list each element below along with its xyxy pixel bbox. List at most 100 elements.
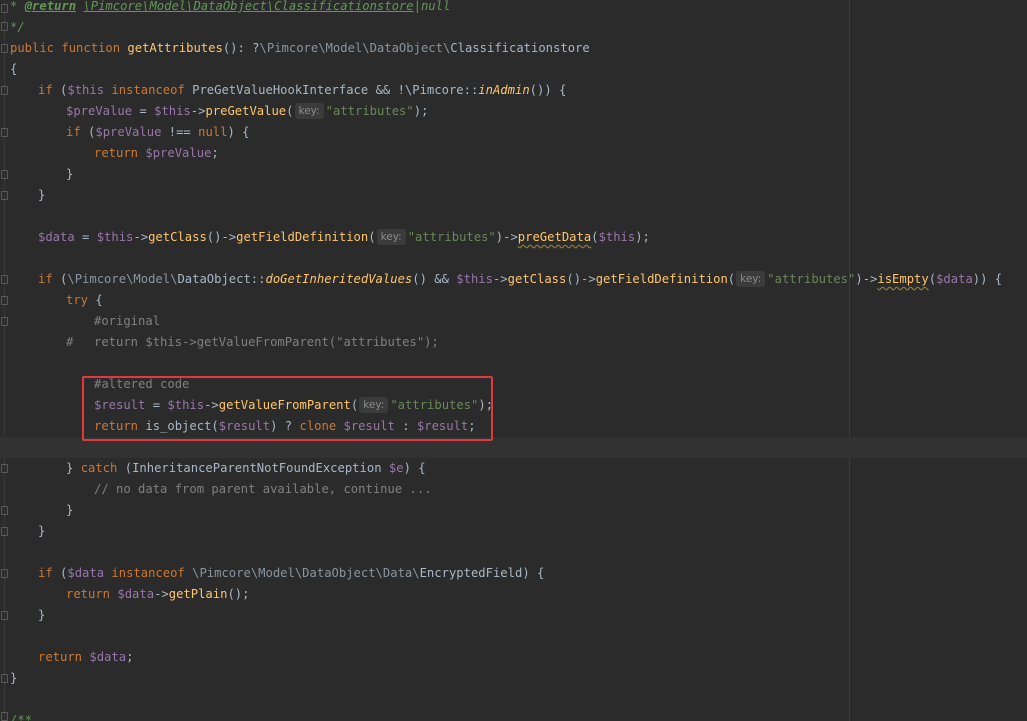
method-dogetinheritedvalues: doGetInheritedValues	[265, 272, 413, 286]
keyword-instanceof: instanceof	[104, 566, 193, 580]
keyword-if: if	[38, 83, 53, 97]
keyword-return: return	[38, 650, 83, 664]
code-line-close-brace[interactable]: }	[38, 185, 45, 206]
keyword-if: if	[38, 272, 53, 286]
var-data: $data	[110, 587, 155, 601]
fold-marker-icon[interactable]	[1, 191, 8, 200]
namespace: \Pimcore\Model\	[67, 272, 178, 286]
fold-marker-icon[interactable]	[1, 296, 8, 305]
keyword-if: if	[38, 566, 53, 580]
nullable-mark: ?	[252, 41, 260, 55]
doc-end: */	[10, 20, 25, 34]
var-prevalue: $preValue	[138, 146, 212, 160]
var-this: $this	[154, 104, 191, 118]
code-line-comment-original[interactable]: #original	[94, 311, 160, 332]
code-line-return-plain[interactable]: return $data->getPlain();	[66, 584, 249, 605]
comment: // no data from parent available, contin…	[94, 482, 432, 496]
signature-parens: ():	[222, 41, 253, 55]
var-this: $this	[456, 272, 493, 286]
method-isempty: isEmpty	[877, 272, 929, 286]
code-line-comment-return[interactable]: return $this->getValueFromParent("attrib…	[94, 332, 439, 353]
code-line-if-inherited[interactable]: if (\Pimcore\Model\DataObject::doGetInhe…	[38, 269, 1002, 290]
fold-marker-icon[interactable]	[1, 506, 8, 515]
fold-marker-icon[interactable]	[1, 86, 8, 95]
fold-marker-icon[interactable]	[1, 464, 8, 473]
code-line-if-encrypted[interactable]: if ($data instanceof \Pimcore\Model\Data…	[38, 563, 544, 584]
code-line-close-brace[interactable]: }	[38, 521, 45, 542]
keyword-return: return	[66, 587, 111, 601]
keyword-if: if	[66, 125, 81, 139]
keyword-public: public	[10, 41, 55, 55]
code-line-doc-next[interactable]: /**	[10, 710, 32, 721]
fold-marker-icon[interactable]	[1, 674, 8, 683]
code-line-close-brace[interactable]: }	[66, 164, 73, 185]
fold-marker-icon[interactable]	[1, 128, 8, 137]
fold-marker-icon[interactable]	[1, 44, 8, 53]
doc-return-type: \Pimcore\Model\DataObject\Classification…	[83, 0, 414, 13]
fold-marker-icon[interactable]	[1, 170, 8, 179]
method-pregetvalue: preGetValue	[205, 104, 287, 118]
fold-marker-icon[interactable]	[1, 569, 8, 578]
parameter-hint: key:	[294, 103, 324, 119]
exception-class: InheritanceParentNotFoundException	[132, 461, 382, 475]
keyword-catch: catch	[80, 461, 118, 475]
code-line-comment-hash[interactable]: #	[66, 332, 73, 353]
code-line-close-brace[interactable]: }	[10, 668, 17, 689]
fold-marker-icon[interactable]	[1, 611, 8, 620]
keyword-return: return	[94, 146, 139, 160]
var-this: $this	[67, 83, 105, 97]
fold-marker-icon[interactable]	[1, 4, 8, 13]
keyword-function: function	[61, 41, 121, 55]
method-getclass: getClass	[148, 230, 207, 244]
method-getfielddefinition: getFieldDefinition	[595, 272, 728, 286]
string-literal: "attributes"	[325, 104, 414, 118]
code-editor[interactable]: * @return \Pimcore\Model\DataObject\Clas…	[0, 0, 1027, 721]
keyword-try: try	[66, 293, 89, 307]
code-line-data-assign[interactable]: $data = $this->getClass()->getFieldDefin…	[38, 227, 650, 248]
method-inadmin: inAdmin	[478, 83, 530, 97]
comment: #	[66, 335, 74, 349]
var-this: $this	[598, 230, 636, 244]
method-getplain: getPlain	[168, 587, 228, 601]
fold-marker-icon[interactable]	[1, 712, 8, 721]
var-e: $e	[381, 461, 404, 475]
code-line-prevalue-assign[interactable]: $preValue = $this->preGetValue(key: "attr…	[66, 101, 428, 122]
function-name: getAttributes	[127, 41, 223, 55]
keyword-instanceof: instanceof	[104, 83, 193, 97]
code-line-return-data[interactable]: return $data;	[38, 647, 133, 668]
encrypted-field-class: EncryptedField	[419, 566, 523, 580]
var-prevalue: $preValue	[66, 104, 133, 118]
pimcore-class: \Pimcore::	[404, 83, 479, 97]
code-line-comment-no-data[interactable]: // no data from parent available, contin…	[94, 479, 432, 500]
return-namespace: \Pimcore\Model\DataObject\	[259, 41, 451, 55]
code-line-close-brace[interactable]: }	[66, 500, 73, 521]
var-data: $data	[38, 230, 75, 244]
var-prevalue: $preValue	[95, 125, 162, 139]
brace: {	[10, 62, 18, 76]
method-getfielddefinition: getFieldDefinition	[236, 230, 369, 244]
code-line-if-hook[interactable]: if ($this instanceof PreGetValueHookInte…	[38, 80, 566, 101]
comment: return $this->getValueFromParent("attrib…	[94, 335, 439, 349]
code-line-close-brace[interactable]: }	[38, 605, 45, 626]
code-line-signature[interactable]: public function getAttributes(): ?\Pimco…	[10, 38, 590, 59]
method-pregetdata: preGetData	[517, 230, 592, 244]
fold-marker-icon[interactable]	[1, 22, 8, 31]
fold-marker-icon[interactable]	[1, 275, 8, 284]
fold-marker-icon[interactable]	[1, 527, 8, 536]
keyword-null: null	[198, 125, 228, 139]
code-line-try[interactable]: try {	[66, 290, 103, 311]
code-line-catch[interactable]: } catch (InheritanceParentNotFoundExcept…	[66, 458, 426, 479]
fold-marker-icon[interactable]	[1, 317, 8, 326]
doc-open: /**	[10, 713, 33, 721]
var-this: $this	[96, 230, 134, 244]
code-line-doc-end[interactable]: */	[10, 17, 25, 38]
var-data: $data	[82, 650, 127, 664]
code-line-if-prevalue[interactable]: if ($preValue !== null) {	[66, 122, 249, 143]
namespace: \Pimcore\Model\DataObject\Data\	[192, 566, 420, 580]
code-line-open-brace[interactable]: {	[10, 59, 17, 80]
code-line-return-prevalue[interactable]: return $preValue;	[94, 143, 219, 164]
parameter-hint: key:	[376, 229, 406, 245]
code-line-doc-return[interactable]: * @return \Pimcore\Model\DataObject\Clas…	[10, 0, 450, 17]
string-literal: "attributes"	[767, 272, 856, 286]
var-data: $data	[936, 272, 973, 286]
